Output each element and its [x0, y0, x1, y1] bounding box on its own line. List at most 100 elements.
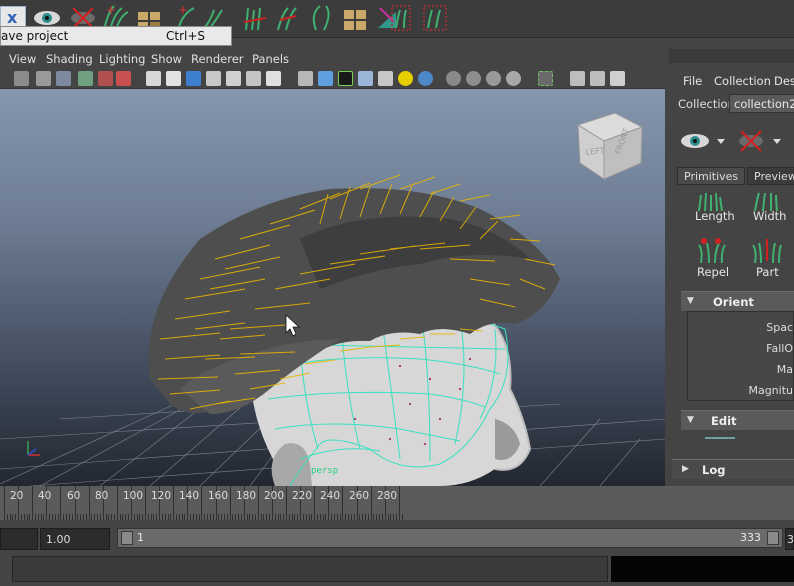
viewport[interactable]: LEFT FRONT persp [0, 89, 665, 486]
camera-select-icon[interactable] [14, 71, 29, 86]
wire-on-shaded-icon[interactable] [338, 71, 353, 86]
preview-eye-icon[interactable] [679, 127, 729, 155]
timeline-label: 160 [208, 490, 229, 502]
time-slider[interactable]: 20 40 60 80 100 120 140 160 180 200 220 240 260 280 [0, 486, 794, 520]
menu-collection[interactable]: Collection [714, 74, 771, 88]
timeline-label: 40 [38, 490, 52, 502]
xray-components-icon[interactable] [486, 71, 501, 86]
smooth-shade-icon[interactable] [318, 71, 333, 86]
timeline-label: 280 [377, 490, 398, 502]
width-tool-icon[interactable] [751, 189, 781, 211]
attr-max: Ma [776, 363, 793, 376]
textured-icon[interactable] [378, 71, 393, 86]
xgen-panel: File Collection Des Collection collectio… [669, 49, 794, 486]
shadows-icon[interactable] [418, 71, 433, 86]
film-gate-icon[interactable] [166, 71, 181, 86]
close-tab[interactable]: x [0, 6, 26, 28]
groom-curve-icon[interactable] [306, 2, 336, 34]
range-slider[interactable]: 1 333 [117, 528, 783, 548]
command-line [0, 556, 794, 586]
timeline-label: 140 [179, 490, 200, 502]
end-time-field[interactable]: 3 [785, 528, 794, 550]
patch-tile-icon[interactable] [340, 2, 370, 34]
log-title: Log [702, 463, 726, 477]
repel-tool-icon[interactable] [695, 235, 727, 263]
edit-tool-icon[interactable] [705, 437, 735, 451]
wireframe-icon[interactable] [298, 71, 313, 86]
tab-preview[interactable]: Preview [747, 167, 794, 185]
playback-start-field[interactable]: 1.00 [40, 528, 110, 550]
menu-shading[interactable]: Shading [46, 52, 93, 66]
length-tool-icon[interactable] [695, 189, 725, 211]
timeline-tick [201, 486, 202, 520]
range-start-handle[interactable] [121, 531, 133, 545]
region-select-icon[interactable] [386, 2, 416, 34]
menu-file[interactable]: File [683, 74, 702, 88]
menu-view[interactable]: View [9, 52, 36, 66]
timeline-label: 80 [95, 490, 109, 502]
default-material-icon[interactable] [358, 71, 373, 86]
orient-section-header[interactable]: ▼ Orient [681, 291, 794, 311]
lighting-icon[interactable] [398, 71, 413, 86]
timeline-tick [314, 486, 315, 520]
menu-show[interactable]: Show [151, 52, 182, 66]
collection-dropdown[interactable]: collection23 [729, 94, 794, 113]
timeline-label: 200 [264, 490, 285, 502]
timeline-tick [230, 486, 231, 520]
width-tool-icon[interactable] [272, 2, 302, 34]
range-end-handle[interactable] [767, 531, 779, 545]
menu-renderer[interactable]: Renderer [191, 52, 244, 66]
range-start-value: 1 [137, 531, 144, 544]
isolate-select-icon[interactable] [538, 71, 553, 86]
length-label[interactable]: Length [695, 209, 735, 223]
command-output [611, 556, 794, 582]
timeline-tick [117, 486, 118, 520]
hide-eye-icon[interactable] [735, 127, 793, 155]
timeline-tick [371, 486, 372, 520]
log-section-header[interactable]: ▶ Log [672, 459, 794, 479]
share-icon[interactable] [610, 71, 625, 86]
part-tool-icon[interactable] [751, 235, 783, 263]
timeline-tick [60, 486, 61, 520]
start-time-field[interactable] [0, 528, 38, 550]
tab-primitives[interactable]: Primitives [677, 167, 746, 185]
two-panel-icon[interactable] [590, 71, 605, 86]
resolution-gate-icon[interactable] [186, 71, 201, 86]
gate-mask-icon[interactable] [206, 71, 221, 86]
bookmarks-icon[interactable] [56, 71, 71, 86]
length-tool-icon[interactable] [240, 2, 270, 34]
timeline-label: 20 [10, 490, 24, 502]
expand-arrow-icon: ▶ [682, 464, 689, 474]
grid-toggle-icon[interactable] [146, 71, 161, 86]
viewport-toolbar [0, 69, 665, 89]
command-input[interactable] [12, 556, 608, 582]
region-clear-icon[interactable] [420, 2, 450, 34]
panel-drag-bar[interactable] [669, 49, 794, 63]
2d-pan-icon[interactable] [116, 71, 131, 86]
menu-description[interactable]: Des [774, 74, 794, 88]
camera-attributes-icon[interactable] [36, 71, 51, 86]
hud-icon[interactable] [570, 71, 585, 86]
svg-text:+: + [106, 3, 116, 17]
menu-panels[interactable]: Panels [252, 52, 289, 66]
grease-pencil-icon[interactable] [98, 71, 113, 86]
repel-label[interactable]: Repel [697, 265, 729, 279]
camera-name-label: persp [311, 466, 338, 476]
collapse-arrow-icon: ▼ [687, 415, 694, 425]
edit-section-header[interactable]: ▼ Edit [681, 410, 794, 430]
range-end-value: 333 [740, 531, 761, 544]
ambient-occlusion-icon[interactable] [506, 71, 521, 86]
xray-icon[interactable] [446, 71, 461, 86]
field-chart-icon[interactable] [226, 71, 241, 86]
part-label[interactable]: Part [756, 265, 779, 279]
view-cube[interactable]: LEFT FRONT [576, 112, 644, 180]
xray-joints-icon[interactable] [466, 71, 481, 86]
safe-action-icon[interactable] [246, 71, 261, 86]
save-project-item[interactable]: ave project [1, 29, 68, 43]
safe-title-icon[interactable] [266, 71, 281, 86]
menu-lighting[interactable]: Lighting [99, 52, 145, 66]
image-plane-icon[interactable] [78, 71, 93, 86]
timeline-tick [342, 486, 343, 520]
width-label[interactable]: Width [753, 209, 786, 223]
timeline-tick [286, 486, 287, 520]
